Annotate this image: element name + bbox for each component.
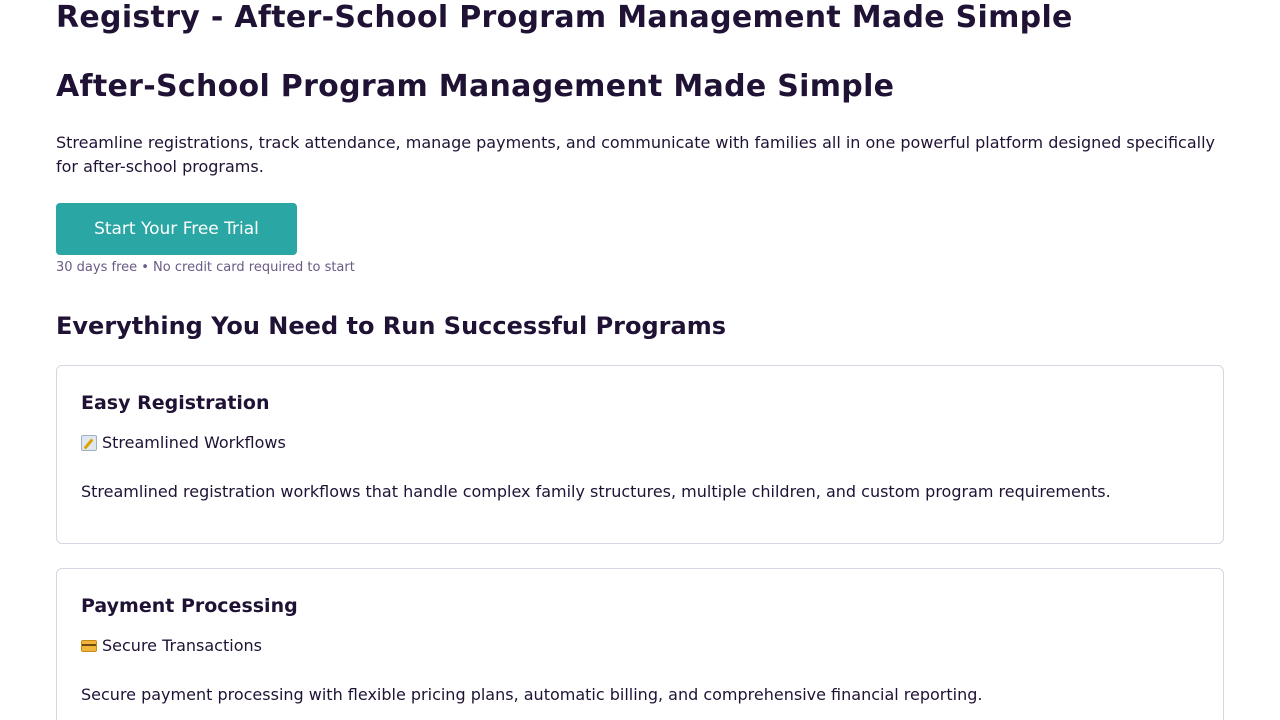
feature-card-tag: Secure Transactions (81, 635, 262, 657)
site-title: Registry - After-School Program Manageme… (56, 0, 1073, 35)
page: Registry - After-School Program Manageme… (0, 0, 1280, 720)
feature-card-tag: Streamlined Workflows (81, 432, 286, 454)
hero-title: After-School Program Management Made Sim… (56, 69, 895, 104)
credit-card-icon (81, 640, 97, 652)
hero-description: Streamline registrations, track attendan… (56, 133, 1215, 176)
start-free-trial-button[interactable]: Start Your Free Trial (56, 203, 297, 255)
feature-card-tagline: Streamlined Workflows (102, 433, 286, 452)
feature-card-title: Easy Registration (81, 392, 270, 414)
memo-icon (81, 435, 97, 451)
feature-card-title: Payment Processing (81, 595, 298, 617)
features-section-title: Everything You Need to Run Successful Pr… (56, 312, 727, 340)
feature-card-easy-registration: Easy Registration Streamlined Workflows … (56, 365, 1224, 544)
cta-note: 30 days free • No credit card required t… (56, 260, 355, 275)
feature-card-tagline: Secure Transactions (102, 636, 262, 655)
feature-card-payment-processing: Payment Processing Secure Transactions S… (56, 568, 1224, 720)
feature-card-description: Secure payment processing with flexible … (81, 685, 983, 704)
feature-card-description: Streamlined registration workflows that … (81, 482, 1111, 501)
